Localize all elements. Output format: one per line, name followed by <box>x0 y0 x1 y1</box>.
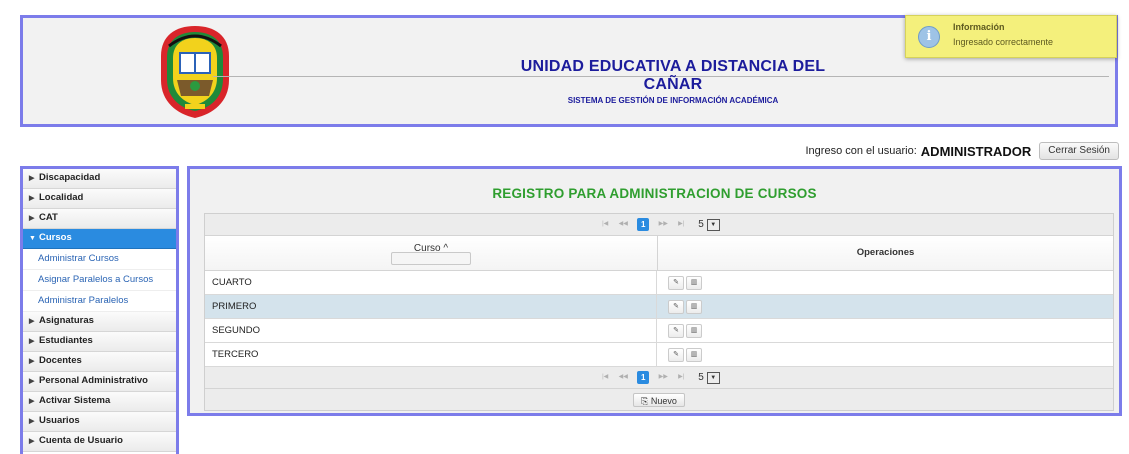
chevron-down-icon: ▼ <box>706 218 720 231</box>
operations-cell: ✎ ▥ <box>657 319 1113 342</box>
new-button-label: Nuevo <box>650 395 677 406</box>
curso-cell: TERCERO <box>205 343 657 366</box>
sidebar-item-label: Activar Sistema <box>39 395 111 406</box>
edit-icon[interactable]: ✎ <box>668 323 684 338</box>
sidebar-item-label: Cuenta de Usuario <box>39 435 123 446</box>
sidebar-item-label: Localidad <box>39 192 84 203</box>
sidebar-item-label: Estudiantes <box>39 335 93 346</box>
user-label: Ingreso con el usuario: <box>805 145 917 157</box>
rows-per-page-select[interactable]: 5 ▼ <box>698 371 720 384</box>
trash-icon[interactable]: ▥ <box>686 347 702 362</box>
caret-right-icon: ▶ <box>29 398 35 405</box>
new-icon: ⎘ <box>641 395 651 406</box>
paginator-top: |◀ ◀◀ 1 ▶▶ ▶| 5 ▼ <box>205 214 1113 236</box>
first-page-icon[interactable]: |◀ <box>598 218 612 231</box>
sidebar-item-label: Docentes <box>39 355 82 366</box>
table-row[interactable]: TERCERO ✎ ▥ <box>205 343 1113 367</box>
table-header: Curso ^ Operaciones <box>205 236 1113 271</box>
caret-right-icon: ▶ <box>29 338 35 345</box>
trash-icon[interactable]: ▥ <box>686 275 702 290</box>
rows-per-page-value: 5 <box>698 372 704 383</box>
user-bar: Ingreso con el usuario: ADMINISTRADOR Ce… <box>805 142 1119 160</box>
last-page-icon[interactable]: ▶| <box>674 218 688 231</box>
sidebar-item-discapacidad[interactable]: ▶ Discapacidad <box>23 169 176 189</box>
submenu-item-administrar-cursos[interactable]: Administrar Cursos <box>23 249 176 270</box>
edit-icon[interactable]: ✎ <box>668 299 684 314</box>
caret-right-icon: ▶ <box>29 438 35 445</box>
logout-button[interactable]: Cerrar Sesión <box>1039 142 1119 160</box>
operations-cell: ✎ ▥ <box>657 343 1113 366</box>
caret-down-icon: ▼ <box>29 235 36 242</box>
username: ADMINISTRADOR <box>920 143 1032 159</box>
rows-per-page-select[interactable]: 5 ▼ <box>698 218 720 231</box>
sidebar-item-label: Usuarios <box>39 415 80 426</box>
trash-icon[interactable]: ▥ <box>686 299 702 314</box>
notification-message: Ingresado correctamente <box>953 37 1054 47</box>
table-row[interactable]: SEGUNDO ✎ ▥ <box>205 319 1113 343</box>
operations-cell: ✎ ▥ <box>657 271 1113 294</box>
caret-right-icon: ▶ <box>29 378 35 385</box>
table-row[interactable]: CUARTO ✎ ▥ <box>205 271 1113 295</box>
caret-right-icon: ▶ <box>29 358 35 365</box>
caret-right-icon: ▶ <box>29 418 35 425</box>
section-title: REGISTRO PARA ADMINISTRACION DE CURSOS <box>492 186 817 201</box>
sidebar-item-estudiantes[interactable]: ▶ Estudiantes <box>23 332 176 352</box>
table-row[interactable]: PRIMERO ✎ ▥ <box>205 295 1113 319</box>
curso-cell: PRIMERO <box>205 295 657 318</box>
submenu-item-asignar-paralelos[interactable]: Asignar Paralelos a Cursos <box>23 270 176 291</box>
paginator-bottom: |◀ ◀◀ 1 ▶▶ ▶| 5 ▼ <box>205 367 1113 388</box>
column-header-operaciones: Operaciones <box>856 247 915 258</box>
caret-right-icon: ▶ <box>29 215 35 222</box>
sidebar-item-cursos[interactable]: ▼ Cursos <box>23 229 176 249</box>
sidebar-item-label: CAT <box>39 212 58 223</box>
table-footer: ⎘ Nuevo <box>205 388 1113 410</box>
first-page-icon[interactable]: |◀ <box>598 371 612 384</box>
edit-icon[interactable]: ✎ <box>668 275 684 290</box>
caret-right-icon: ▶ <box>29 175 35 182</box>
submenu-item-administrar-paralelos[interactable]: Administrar Paralelos <box>23 291 176 312</box>
new-button[interactable]: ⎘ Nuevo <box>633 392 685 407</box>
info-icon: i <box>918 26 940 48</box>
sidebar-item-docentes[interactable]: ▶ Docentes <box>23 352 176 372</box>
notification-toast[interactable]: i Información Ingresado correctamente <box>905 15 1117 58</box>
trash-icon[interactable]: ▥ <box>686 323 702 338</box>
next-page-icon[interactable]: ▶▶ <box>656 371 670 384</box>
page-button[interactable]: 1 <box>637 371 650 384</box>
column-header-curso[interactable]: Curso ^ <box>205 236 658 270</box>
last-page-icon[interactable]: ▶| <box>674 371 688 384</box>
sidebar-item-label: Asignaturas <box>39 315 94 326</box>
main-panel: REGISTRO PARA ADMINISTRACION DE CURSOS |… <box>187 166 1122 416</box>
courses-table: |◀ ◀◀ 1 ▶▶ ▶| 5 ▼ Curso ^ Operaciones CU… <box>204 213 1114 411</box>
page-button[interactable]: 1 <box>637 218 650 231</box>
sidebar-item-label: Discapacidad <box>39 172 101 183</box>
chevron-down-icon: ▼ <box>706 371 720 384</box>
edit-icon[interactable]: ✎ <box>668 347 684 362</box>
rows-per-page-value: 5 <box>698 219 704 230</box>
page-title: UNIDAD EDUCATIVA A DISTANCIA DEL CAÑAR <box>520 58 826 93</box>
prev-page-icon[interactable]: ◀◀ <box>616 218 630 231</box>
sidebar-item-activar-sistema[interactable]: ▶ Activar Sistema <box>23 392 176 412</box>
sidebar-item-cuenta-de-usuario[interactable]: ▶ Cuenta de Usuario <box>23 432 176 452</box>
sidebar-item-personal-administrativo[interactable]: ▶ Personal Administrativo <box>23 372 176 392</box>
sidebar-menu: ▶ Discapacidad ▶ Localidad ▶ CAT ▼ Cursos Ad… <box>20 166 179 454</box>
next-page-icon[interactable]: ▶▶ <box>656 218 670 231</box>
operations-cell: ✎ ▥ <box>657 295 1113 318</box>
notification-title: Información <box>953 22 1005 32</box>
curso-cell: CUARTO <box>205 271 657 294</box>
title-block: UNIDAD EDUCATIVA A DISTANCIA DEL CAÑAR S… <box>503 58 843 105</box>
curso-cell: SEGUNDO <box>205 319 657 342</box>
school-logo <box>161 26 229 118</box>
sidebar-item-usuarios[interactable]: ▶ Usuarios <box>23 412 176 432</box>
caret-right-icon: ▶ <box>29 318 35 325</box>
sidebar-item-localidad[interactable]: ▶ Localidad <box>23 189 176 209</box>
sidebar-item-asignaturas[interactable]: ▶ Asignaturas <box>23 312 176 332</box>
caret-right-icon: ▶ <box>29 195 35 202</box>
prev-page-icon[interactable]: ◀◀ <box>616 371 630 384</box>
sidebar-item-label: Personal Administrativo <box>39 375 148 386</box>
sidebar-item-label: Cursos <box>39 232 72 243</box>
sidebar-item-cat[interactable]: ▶ CAT <box>23 209 176 229</box>
curso-filter-input[interactable] <box>391 252 471 265</box>
page-subtitle: SISTEMA DE GESTIÓN DE INFORMACIÓN ACADÉM… <box>567 96 779 105</box>
